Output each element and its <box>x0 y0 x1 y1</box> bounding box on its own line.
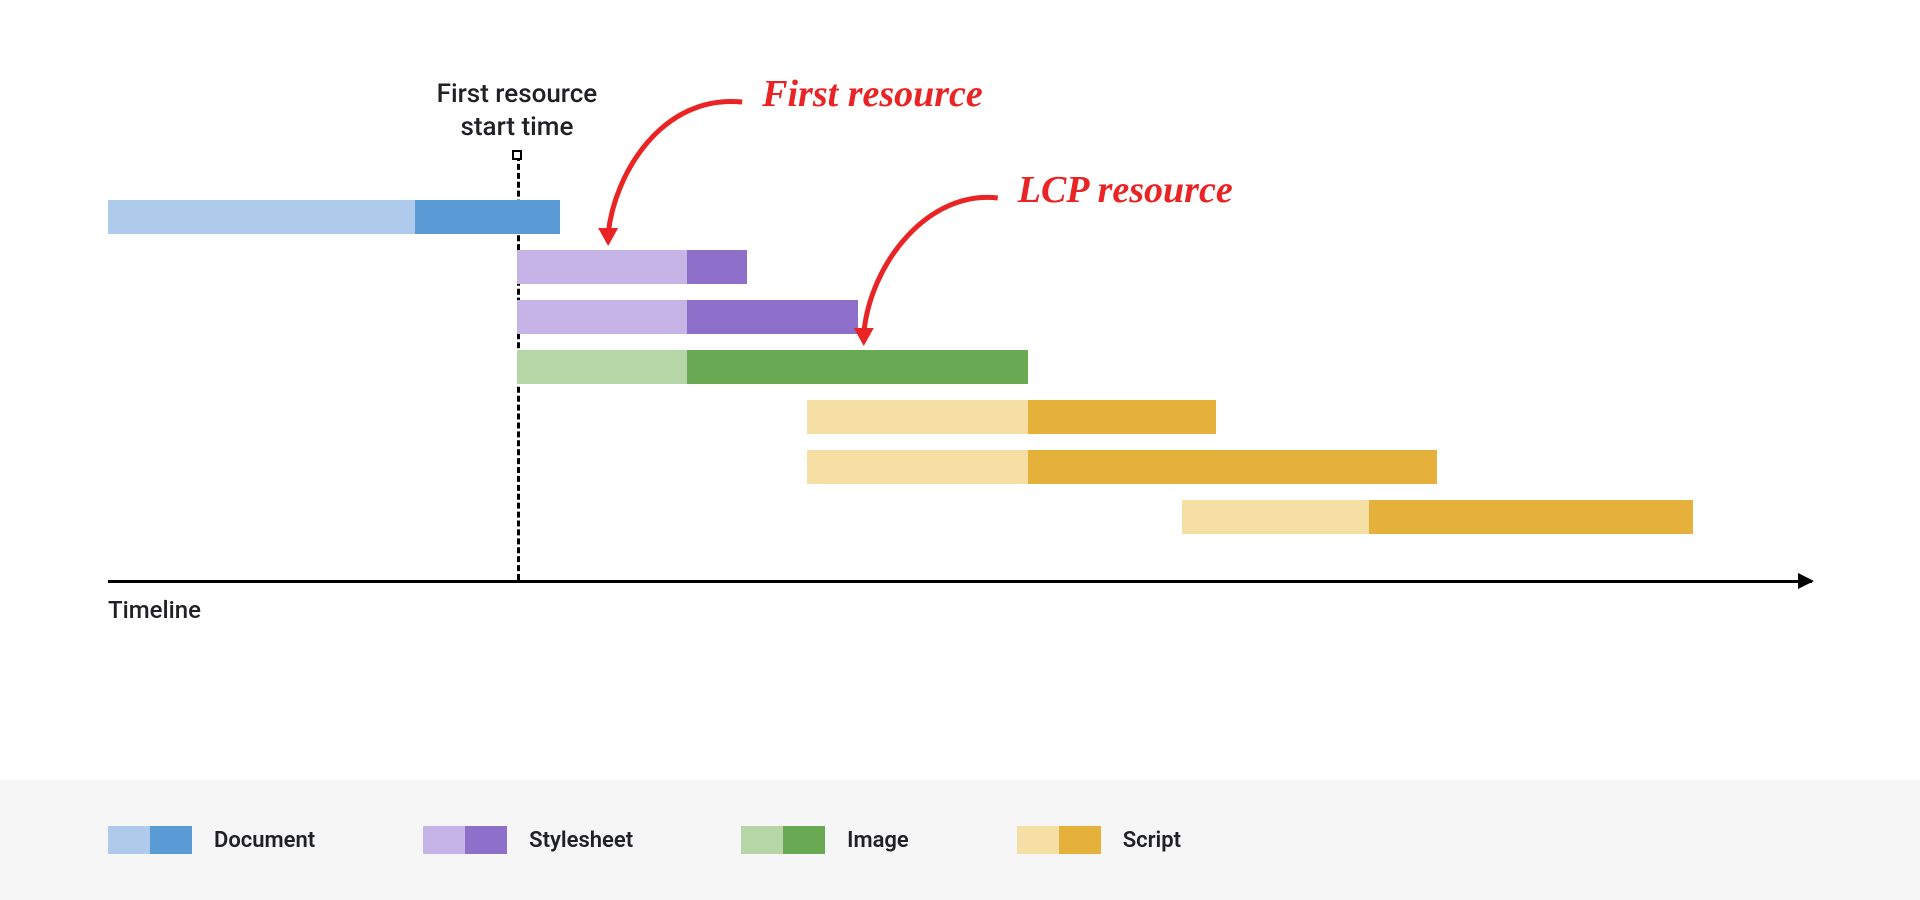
diagram-canvas: First resourcestart timeFirst resourceLC… <box>0 0 1920 900</box>
legend-swatch <box>1017 826 1101 854</box>
legend-swatch <box>108 826 192 854</box>
chart-area: First resourcestart timeFirst resourceLC… <box>108 0 1812 720</box>
legend-item-document: Document <box>108 826 315 854</box>
legend-item-stylesheet: Stylesheet <box>423 826 633 854</box>
legend-label: Document <box>214 828 315 853</box>
axis-arrowhead <box>1798 573 1814 589</box>
legend-swatch <box>423 826 507 854</box>
timeline-axis <box>108 580 1812 583</box>
legend-label: Script <box>1123 828 1181 853</box>
legend-item-image: Image <box>741 826 909 854</box>
legend-swatch <box>741 826 825 854</box>
legend-label: Stylesheet <box>529 828 633 853</box>
annotation-arrow <box>108 0 1812 720</box>
legend: Document Stylesheet Image Script <box>0 780 1920 900</box>
axis-label: Timeline <box>108 596 201 624</box>
legend-label: Image <box>847 828 909 853</box>
legend-item-script: Script <box>1017 826 1181 854</box>
